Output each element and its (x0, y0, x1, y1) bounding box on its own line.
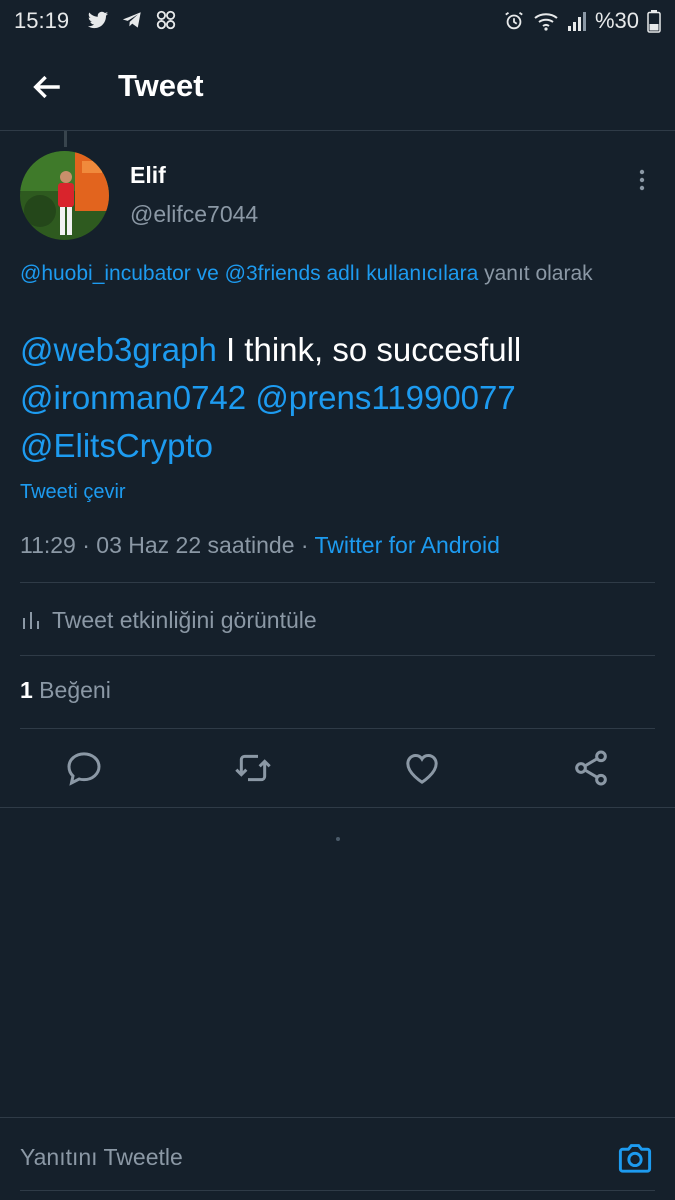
telegram-icon (122, 12, 141, 28)
divider (20, 582, 655, 583)
app-icon (156, 10, 176, 30)
activity-label: Tweet etkinliğini görüntüle (52, 606, 317, 633)
author-handle[interactable]: @elifce7044 (130, 201, 258, 228)
tweet-metadata: 11:29 · 03 Haz 22 saatinde · Twitter for… (20, 532, 500, 559)
view-tweet-activity-button[interactable]: Tweet etkinliğini görüntüle (20, 600, 317, 640)
loading-indicator (336, 837, 340, 841)
composer-underline (20, 1190, 655, 1191)
system-icons: %30 (503, 8, 661, 34)
tweet-timestamp: 11:29 · 03 Haz 22 saatinde · (20, 532, 315, 558)
top-app-bar: Tweet (0, 44, 675, 131)
likes-number: 1 (20, 677, 33, 703)
camera-icon[interactable] (616, 1140, 654, 1176)
mention-link[interactable]: @web3graph (20, 331, 217, 368)
divider (0, 807, 675, 808)
reply-suffix: yanıt olarak (478, 262, 593, 285)
mention-link[interactable]: @prens11990077 (255, 379, 515, 416)
reply-composer: Yanıtını Tweetle (0, 1117, 675, 1193)
reply-mention-link[interactable]: @huobi_incubator (20, 262, 191, 285)
reply-icon[interactable] (64, 748, 104, 788)
page-title: Tweet (118, 68, 204, 103)
thread-connector-line (64, 131, 67, 147)
translate-tweet-link[interactable]: Tweeti çevir (20, 481, 126, 504)
mention-link[interactable]: @ironman0742 (20, 379, 246, 416)
tweet-plain-text: I think, so succesfull (216, 331, 522, 368)
like-icon[interactable] (402, 748, 442, 788)
author-name[interactable]: Elif (130, 162, 166, 189)
tweet-action-bar (0, 740, 675, 798)
share-icon[interactable] (571, 748, 611, 788)
more-options-icon[interactable] (630, 166, 654, 194)
retweet-icon[interactable] (233, 748, 273, 788)
reply-mention-link[interactable]: @3friends adlı kullanıcılara (225, 262, 479, 285)
avatar[interactable] (20, 151, 109, 240)
battery-icon (647, 10, 661, 33)
back-arrow-icon[interactable] (30, 70, 64, 104)
battery-percentage: %30 (594, 8, 639, 33)
status-bar: 15:19 %30 (0, 0, 675, 44)
signal-icon (567, 12, 586, 31)
tweet-source-link[interactable]: Twitter for Android (315, 532, 500, 558)
wifi-icon (534, 13, 558, 31)
likes-label: Beğeni (32, 677, 111, 703)
twitter-icon (87, 11, 109, 29)
analytics-icon (23, 612, 39, 629)
alarm-icon (505, 11, 523, 30)
replying-to: @huobi_incubator ve @3friends adlı kulla… (20, 256, 660, 291)
divider (20, 655, 655, 656)
divider (20, 728, 655, 729)
mention-link[interactable]: @ElitsCrypto (20, 427, 213, 464)
notification-icons (86, 9, 178, 31)
reply-input[interactable]: Yanıtını Tweetle (20, 1144, 183, 1171)
status-time: 15:19 (14, 8, 70, 33)
tweet-text: @web3graph I think, so succesfull @ironm… (20, 326, 660, 470)
reply-connector: ve (190, 262, 225, 285)
likes-count[interactable]: 1 Beğeni (20, 677, 111, 704)
